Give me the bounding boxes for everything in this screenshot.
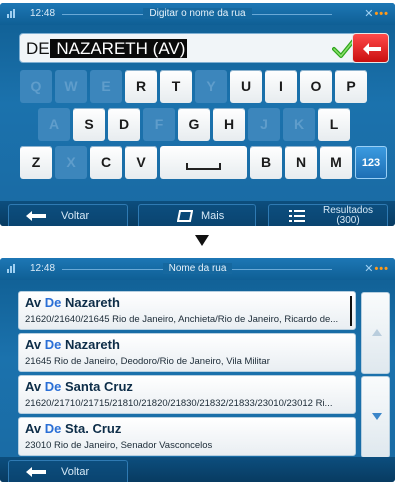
- result-detail: 23010 Rio de Janeiro, Senador Vasconcelo…: [25, 440, 213, 451]
- key-u[interactable]: U: [230, 70, 262, 103]
- arrow-left-icon: [26, 467, 46, 477]
- more-label: Mais: [201, 210, 225, 222]
- backspace-button[interactable]: [352, 33, 389, 63]
- typed-text: DE: [26, 39, 50, 58]
- key-t[interactable]: T: [160, 70, 192, 103]
- keyboard-screen: 12:48 Digitar o nome da rua ✕••• DE NAZA…: [0, 3, 395, 226]
- result-highlight: De: [44, 421, 62, 436]
- screen-title: Nome da rua: [162, 263, 233, 274]
- scroll-down-button[interactable]: [361, 376, 390, 458]
- arrow-down-icon: [372, 413, 382, 420]
- key-g[interactable]: G: [178, 108, 210, 141]
- result-prefix: Av: [25, 421, 45, 436]
- result-prefix: Av: [25, 379, 45, 394]
- key-k: K: [283, 108, 315, 141]
- result-detail: 21620/21710/21715/21810/21820/21830/2183…: [25, 398, 333, 409]
- result-title: Av De Nazareth: [25, 295, 120, 310]
- result-prefix: Av: [25, 295, 45, 310]
- status-bar: 12:48 Digitar o nome da rua ✕•••: [0, 3, 395, 25]
- key-l[interactable]: L: [318, 108, 350, 141]
- back-button[interactable]: Voltar: [8, 460, 128, 482]
- key-z[interactable]: Z: [20, 146, 52, 179]
- result-title: Av De Nazareth: [25, 337, 120, 352]
- result-highlight: De: [44, 337, 62, 352]
- result-highlight: De: [44, 379, 62, 394]
- result-detail: 21645 Rio de Janeiro, Deodoro/Rio de Jan…: [25, 356, 270, 367]
- back-button[interactable]: Voltar: [8, 204, 128, 226]
- results-screen: 12:48 Nome da rua ✕••• Av De Nazareth 216…: [0, 258, 395, 482]
- gps-satellite-icon: ✕•••: [364, 263, 389, 275]
- result-name: Santa Cruz: [61, 379, 133, 394]
- back-label: Voltar: [61, 210, 90, 222]
- more-button[interactable]: Mais: [138, 204, 256, 226]
- key-e: E: [90, 70, 122, 103]
- arrow-up-icon: [372, 329, 382, 336]
- key-c[interactable]: C: [90, 146, 122, 179]
- result-detail: 21620/21640/21645 Rio de Janeiro, Anchie…: [25, 314, 339, 325]
- more-icon: [177, 210, 193, 222]
- key-a: A: [38, 108, 70, 141]
- key-i[interactable]: I: [265, 70, 297, 103]
- down-arrow-icon: [195, 235, 209, 246]
- street-name-input[interactable]: DE NAZARETH (AV): [19, 33, 365, 63]
- back-label: Voltar: [61, 466, 90, 478]
- result-name: Sta. Cruz: [61, 421, 122, 436]
- result-name: Nazareth: [61, 337, 120, 352]
- status-bar: 12:48 Nome da rua ✕•••: [0, 258, 395, 280]
- result-item[interactable]: Av De Sta. Cruz 23010 Rio de Janeiro, Sen…: [18, 417, 356, 456]
- key-r[interactable]: R: [125, 70, 157, 103]
- results-button[interactable]: Resultados (300): [268, 204, 388, 226]
- key-123[interactable]: 123: [355, 146, 387, 179]
- key-x: X: [55, 146, 87, 179]
- gps-satellite-icon: ✕•••: [364, 8, 389, 20]
- result-title: Av De Sta. Cruz: [25, 421, 121, 436]
- key-b[interactable]: B: [250, 146, 282, 179]
- scroll-up-button[interactable]: [361, 292, 390, 374]
- key-n[interactable]: N: [285, 146, 317, 179]
- result-name: Nazareth: [61, 295, 120, 310]
- results-count: (300): [336, 215, 360, 226]
- result-item[interactable]: Av De Nazareth 21645 Rio de Janeiro, Deod…: [18, 333, 356, 372]
- key-j: J: [248, 108, 280, 141]
- bottom-bar: Voltar: [0, 457, 395, 482]
- key-y: Y: [195, 70, 227, 103]
- key-v[interactable]: V: [125, 146, 157, 179]
- result-prefix: Av: [25, 337, 45, 352]
- bottom-bar: Voltar Mais Resultados (300): [0, 201, 395, 226]
- backspace-arrow-icon: [363, 43, 381, 55]
- key-p[interactable]: P: [335, 70, 367, 103]
- key-w: W: [55, 70, 87, 103]
- key-space[interactable]: [160, 146, 247, 179]
- key-d[interactable]: D: [108, 108, 140, 141]
- arrow-left-icon: [26, 211, 46, 221]
- key-m[interactable]: M: [320, 146, 352, 179]
- key-s[interactable]: S: [73, 108, 105, 141]
- key-q: Q: [20, 70, 52, 103]
- result-item[interactable]: Av De Santa Cruz 21620/21710/21715/21810/…: [18, 375, 356, 414]
- screen-title: Digitar o nome da rua: [143, 8, 252, 19]
- key-f: F: [143, 108, 175, 141]
- result-title: Av De Santa Cruz: [25, 379, 133, 394]
- result-item[interactable]: Av De Nazareth 21620/21640/21645 Rio de J…: [18, 291, 356, 330]
- key-o[interactable]: O: [300, 70, 332, 103]
- key-h[interactable]: H: [213, 108, 245, 141]
- result-highlight: De: [44, 295, 62, 310]
- autocomplete-suggestion: NAZARETH (AV): [49, 39, 188, 58]
- list-icon: [289, 210, 305, 222]
